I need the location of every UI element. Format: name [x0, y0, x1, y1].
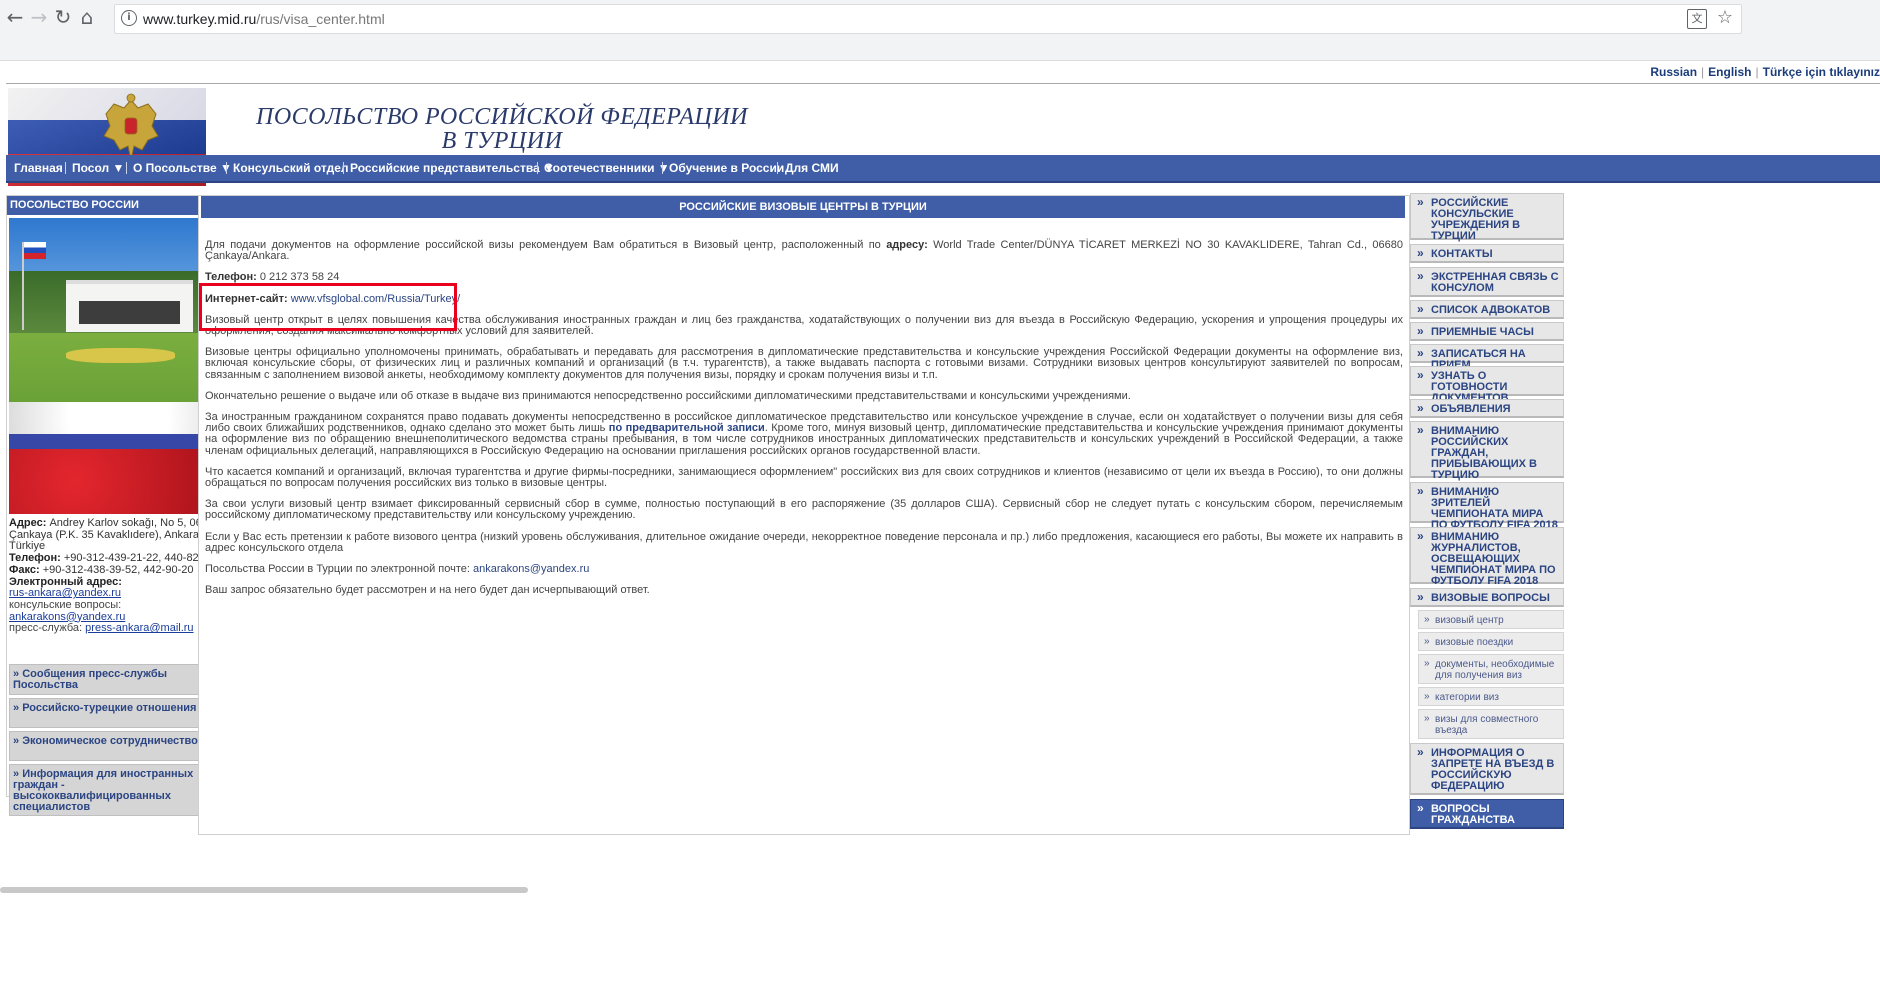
embassy-contacts: Адрес: Andrey Karlov sokağı, No 5, 06692…: [9, 517, 224, 635]
right-link-emergency-consul[interactable]: » ЭКСТРЕННАЯ СВЯЗЬ С КОНСУЛОМ: [1410, 267, 1564, 297]
phone-line: Телефон: 0 212 373 58 24: [205, 271, 340, 284]
nav-for-media[interactable]: Для СМИ: [785, 155, 839, 181]
right-link-consular-institutions[interactable]: » РОССИЙСКИЕ КОНСУЛЬСКИЕ УЧРЕЖДЕНИЯ В ТУР…: [1410, 193, 1564, 242]
paragraph-5: Что касается компаний и организаций, вкл…: [205, 465, 1403, 490]
language-bar: Russian | English | Türkçe için tıklayınız: [1650, 65, 1880, 79]
embassy-building-photo: [9, 218, 228, 514]
nav-consular-dept[interactable]: Консульский отдел: [233, 155, 349, 181]
right-link-entry-ban-info[interactable]: » ИНФОРМАЦИЯ О ЗАПРЕТЕ НА ВЪЕЗД В РОССИЙС…: [1410, 743, 1564, 795]
browser-toolbar: ← → ↻ ⌂ i www.turkey.mid.ru/rus/visa_cen…: [0, 0, 1880, 60]
page: Russian | English | Türkçe için tıklayınız П…: [0, 61, 1880, 995]
paragraph-7: Если у Вас есть претензии к работе визов…: [205, 530, 1403, 554]
reload-icon[interactable]: ↻: [52, 6, 74, 28]
right-link-russian-citizens-arriving[interactable]: » ВНИМАНИЮ РОССИЙСКИХ ГРАЖДАН, ПРИБЫВАЮЩИ…: [1410, 421, 1564, 481]
left-link-foreign-specialists[interactable]: » Информация для иностранных граждан - в…: [9, 764, 226, 816]
right-link-citizenship-questions[interactable]: » ВОПРОСЫ ГРАЖДАНСТВА: [1410, 799, 1564, 829]
back-icon[interactable]: ←: [4, 6, 26, 28]
nav-compatriots[interactable]: Соотечественники ▼: [544, 155, 670, 181]
right-sublink-required-documents[interactable]: » документы, необходимые для получения ви…: [1418, 654, 1564, 684]
paragraph-8: Посольства России в Турции по электронно…: [205, 563, 590, 576]
highlight-box: [199, 283, 457, 331]
right-link-document-status[interactable]: » УЗНАТЬ О ГОТОВНОСТИ ДОКУМЕНТОВ: [1410, 366, 1564, 404]
address-bar[interactable]: i www.turkey.mid.ru/rus/visa_center.html…: [114, 4, 1742, 34]
right-link-reception-hours[interactable]: » ПРИЕМНЫЕ ЧАСЫ: [1410, 322, 1564, 341]
right-link-lawyers-list[interactable]: » СПИСОК АДВОКАТОВ: [1410, 300, 1564, 319]
horizontal-scrollbar[interactable]: [0, 887, 528, 893]
paragraph-2: Визовые центры официально уполномочены п…: [205, 346, 1403, 381]
lang-turkish-link[interactable]: Türkçe için tıklayınız: [1763, 65, 1880, 79]
email-press-link[interactable]: press-ankara@mail.ru: [85, 622, 193, 634]
star-icon[interactable]: ☆: [1717, 7, 1733, 28]
left-link-press-messages[interactable]: » Сообщения пресс-службы Посольства: [9, 664, 226, 695]
lang-english-link[interactable]: English: [1708, 65, 1751, 79]
paragraph-4: За иностранным гражданином сохранятся пр…: [205, 411, 1403, 457]
left-link-russia-turkey-relations[interactable]: » Российско-турецкие отношения: [9, 698, 226, 728]
main-nav: Главная Посол ▼ О Посольстве ▼ Консульск…: [6, 155, 1880, 183]
right-link-announcements[interactable]: » ОБЪЯВЛЕНИЯ: [1410, 399, 1564, 418]
header-rule: [6, 83, 1880, 84]
intro-paragraph: Для подачи документов на оформление росс…: [205, 239, 1403, 263]
lang-russian-link[interactable]: Russian: [1650, 65, 1697, 79]
email-consular-link[interactable]: ankarakons@yandex.ru: [9, 611, 125, 623]
forward-icon[interactable]: →: [28, 6, 50, 28]
nav-about-embassy[interactable]: О Посольстве ▼: [133, 155, 232, 181]
url-text[interactable]: www.turkey.mid.ru/rus/visa_center.html: [143, 11, 385, 27]
right-sublink-visa-categories[interactable]: » категории виз: [1418, 687, 1564, 706]
page-title: ПОСОЛЬСТВО РОССИЙСКОЙ ФЕДЕРАЦИИ В ТУРЦИИ: [256, 105, 748, 153]
paragraph-9: Ваш запрос обязательно будет рассмотрен …: [205, 584, 650, 597]
right-sublink-joint-entry-visas[interactable]: » визы для совместного въезда: [1418, 709, 1564, 739]
paragraph-3: Окончательно решение о выдаче или об отк…: [205, 389, 1131, 402]
title-line-2: В ТУРЦИИ: [441, 128, 563, 154]
right-link-fifa-journalists[interactable]: » ВНИМАНИЮ ЖУРНАЛИСТОВ, ОСВЕЩАЮЩИХ ЧЕМПИО…: [1410, 527, 1564, 587]
consular-email-link[interactable]: ankarakons@yandex.ru: [473, 563, 589, 575]
right-link-book-appointment[interactable]: » ЗАПИСАТЬСЯ НА ПРИЕМ: [1410, 344, 1564, 371]
home-icon[interactable]: ⌂: [76, 6, 98, 28]
right-link-fifa-spectators[interactable]: » ВНИМАНИЮ ЗРИТЕЛЕЙ ЧЕМПИОНАТА МИРА ПО ФУ…: [1410, 482, 1564, 531]
nav-education-russia[interactable]: Обучение в России: [669, 155, 784, 181]
email-main-link[interactable]: rus-ankara@yandex.ru: [9, 587, 121, 599]
nav-ambassador[interactable]: Посол ▼: [72, 155, 124, 181]
appointment-link[interactable]: по предварительной записи: [609, 422, 765, 434]
right-link-visa-questions[interactable]: » ВИЗОВЫЕ ВОПРОСЫ: [1410, 588, 1564, 607]
right-link-contacts[interactable]: » КОНТАКТЫ: [1410, 244, 1564, 263]
nav-russian-missions[interactable]: Российские представительства ▼: [350, 155, 555, 181]
paragraph-6: За свои услуги визовый центр взимает фик…: [205, 498, 1403, 522]
translate-icon[interactable]: 文: [1687, 9, 1707, 29]
left-link-economic-cooperation[interactable]: » Экономическое сотрудничество: [9, 731, 226, 761]
nav-home[interactable]: Главная: [14, 155, 63, 181]
info-icon[interactable]: i: [121, 10, 137, 26]
right-sublink-visa-center[interactable]: » визовый центр: [1418, 610, 1564, 629]
content-heading: РОССИЙСКИЕ ВИЗОВЫЕ ЦЕНТРЫ В ТУРЦИИ: [201, 196, 1405, 218]
right-sidebar: » РОССИЙСКИЕ КОНСУЛЬСКИЕ УЧРЕЖДЕНИЯ В ТУР…: [1410, 191, 1570, 995]
right-sublink-visa-trips[interactable]: » визовые поездки: [1418, 632, 1564, 651]
title-line-1: ПОСОЛЬСТВО РОССИЙСКОЙ ФЕДЕРАЦИИ: [256, 104, 748, 130]
